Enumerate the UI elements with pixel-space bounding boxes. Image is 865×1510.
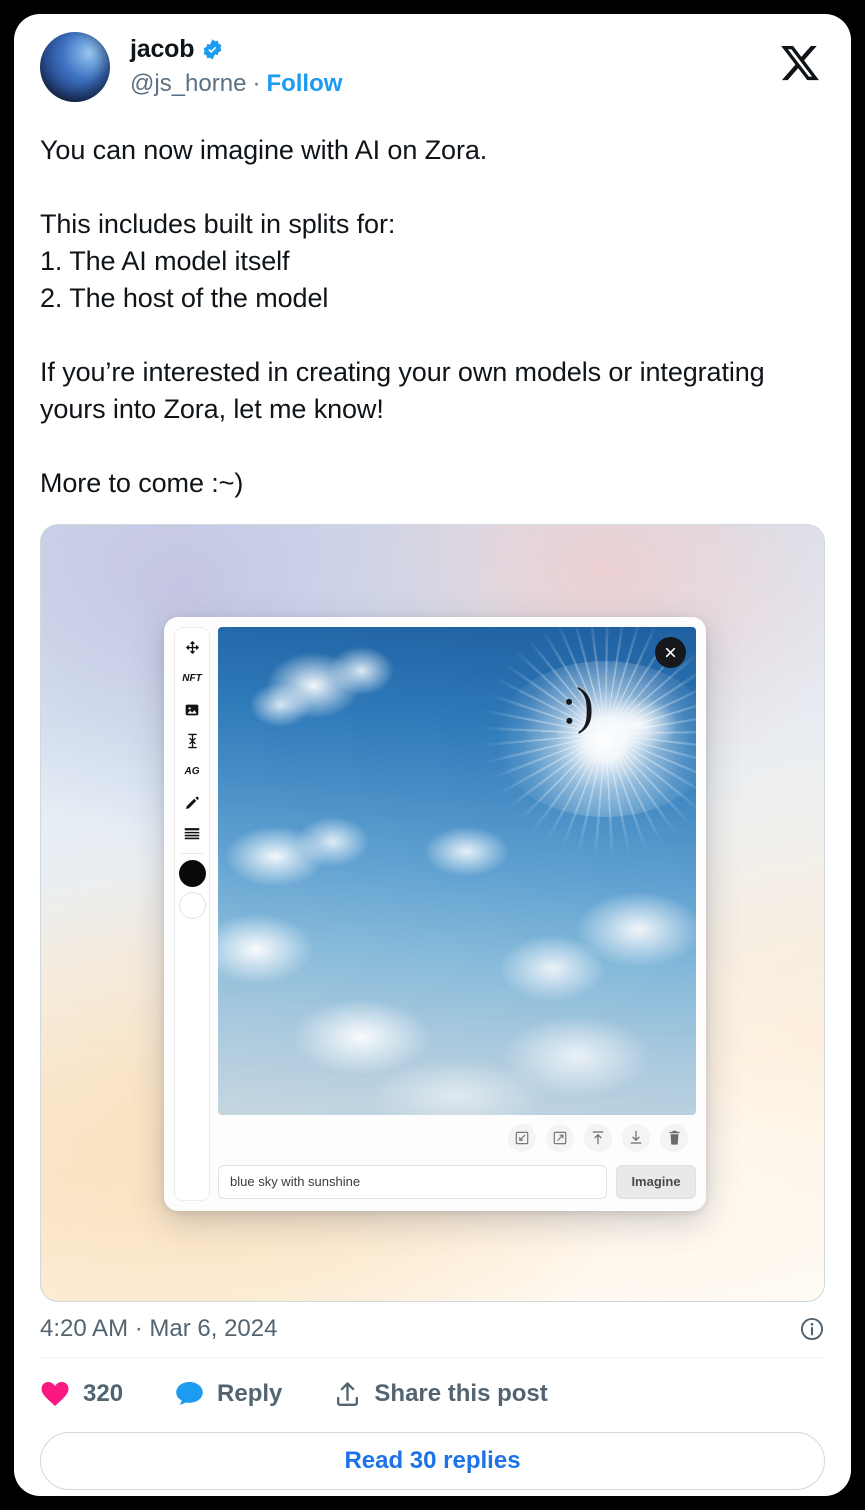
reply-label: Reply <box>217 1379 283 1407</box>
share-arrow-icon <box>337 1382 359 1406</box>
image-tool[interactable] <box>177 695 207 725</box>
color-swatch-white[interactable] <box>178 891 206 919</box>
nft-tool[interactable]: NFT <box>177 664 207 694</box>
x-logo-icon[interactable] <box>779 42 821 84</box>
speech-bubble-icon <box>176 1382 203 1406</box>
color-swatch-black[interactable] <box>178 859 206 887</box>
ag-tool-label: AG <box>184 766 200 778</box>
nft-tool-label: NFT <box>182 673 202 685</box>
image-icon <box>185 704 199 716</box>
layers-tool[interactable] <box>177 819 207 849</box>
move-tool[interactable] <box>177 633 207 663</box>
download-arrow-icon <box>630 1131 642 1144</box>
share-button[interactable]: Share this post <box>334 1379 548 1408</box>
image-expand-icon <box>553 1131 567 1145</box>
delete-button[interactable] <box>660 1123 688 1152</box>
image-canvas[interactable]: :) <box>218 626 696 1115</box>
text-cursor-tool[interactable] <box>177 726 207 756</box>
avatar[interactable] <box>40 32 110 102</box>
tweet-header: jacob @js_horne · Follow <box>40 30 825 116</box>
tweet-media-card[interactable]: NFT AG:) blue sky with sunshine Imagine <box>40 523 825 1302</box>
image-shrink-icon <box>515 1131 529 1145</box>
app-toolbar: NFT AG <box>174 626 210 1201</box>
like-button[interactable]: 320 <box>40 1380 123 1408</box>
tweet-body-text: You can now imagine with AI on Zora. Thi… <box>40 135 765 498</box>
expand-image-button[interactable] <box>546 1123 574 1152</box>
read-replies-label: Read 30 replies <box>344 1446 521 1474</box>
layers-lines-icon <box>184 828 200 840</box>
engagement-row: 320 Reply Share this post <box>40 1358 825 1430</box>
toolbar-divider <box>181 852 203 854</box>
trash-icon <box>669 1131 679 1145</box>
prompt-input[interactable]: blue sky with sunshine <box>218 1164 607 1199</box>
close-image-button[interactable] <box>655 636 686 668</box>
verified-badge-icon <box>203 38 222 60</box>
smiley-drawing: :) <box>561 677 595 735</box>
pencil-tool[interactable] <box>177 788 207 818</box>
upload-arrow-icon <box>592 1131 604 1145</box>
imagine-button[interactable]: Imagine <box>616 1164 696 1199</box>
upload-button[interactable] <box>584 1123 612 1152</box>
author-identity: jacob @js_horne · Follow <box>130 30 342 98</box>
download-button[interactable] <box>622 1123 650 1152</box>
text-cursor-icon <box>187 733 197 749</box>
canvas-actions-row <box>218 1115 696 1161</box>
follow-button[interactable]: Follow <box>266 70 342 98</box>
prompt-bar: blue sky with sunshine Imagine <box>218 1163 696 1201</box>
close-icon <box>665 647 676 657</box>
info-circle-icon[interactable] <box>799 1316 825 1342</box>
reply-button[interactable]: Reply <box>175 1380 282 1408</box>
fit-image-button[interactable] <box>508 1123 536 1152</box>
heart-icon <box>41 1382 69 1407</box>
read-replies-button[interactable]: Read 30 replies <box>40 1431 825 1490</box>
author-handle[interactable]: @js_horne <box>130 70 246 98</box>
timestamp-row: 4:20 AM · Mar 6, 2024 <box>40 1302 825 1358</box>
author-display-name[interactable]: jacob <box>130 35 194 64</box>
embedded-app-window: NFT AG:) blue sky with sunshine Imagine <box>164 616 706 1211</box>
share-label: Share this post <box>374 1379 548 1407</box>
tweet-card: jacob @js_horne · Follow You can now ima… <box>14 14 851 1496</box>
handle-separator: · <box>252 70 261 97</box>
like-count: 320 <box>83 1379 124 1407</box>
move-cross-icon <box>185 641 199 655</box>
pencil-icon <box>186 796 199 809</box>
tweet-timestamp: 4:20 AM · Mar 6, 2024 <box>40 1315 278 1343</box>
ag-tool[interactable]: AG <box>177 757 207 787</box>
